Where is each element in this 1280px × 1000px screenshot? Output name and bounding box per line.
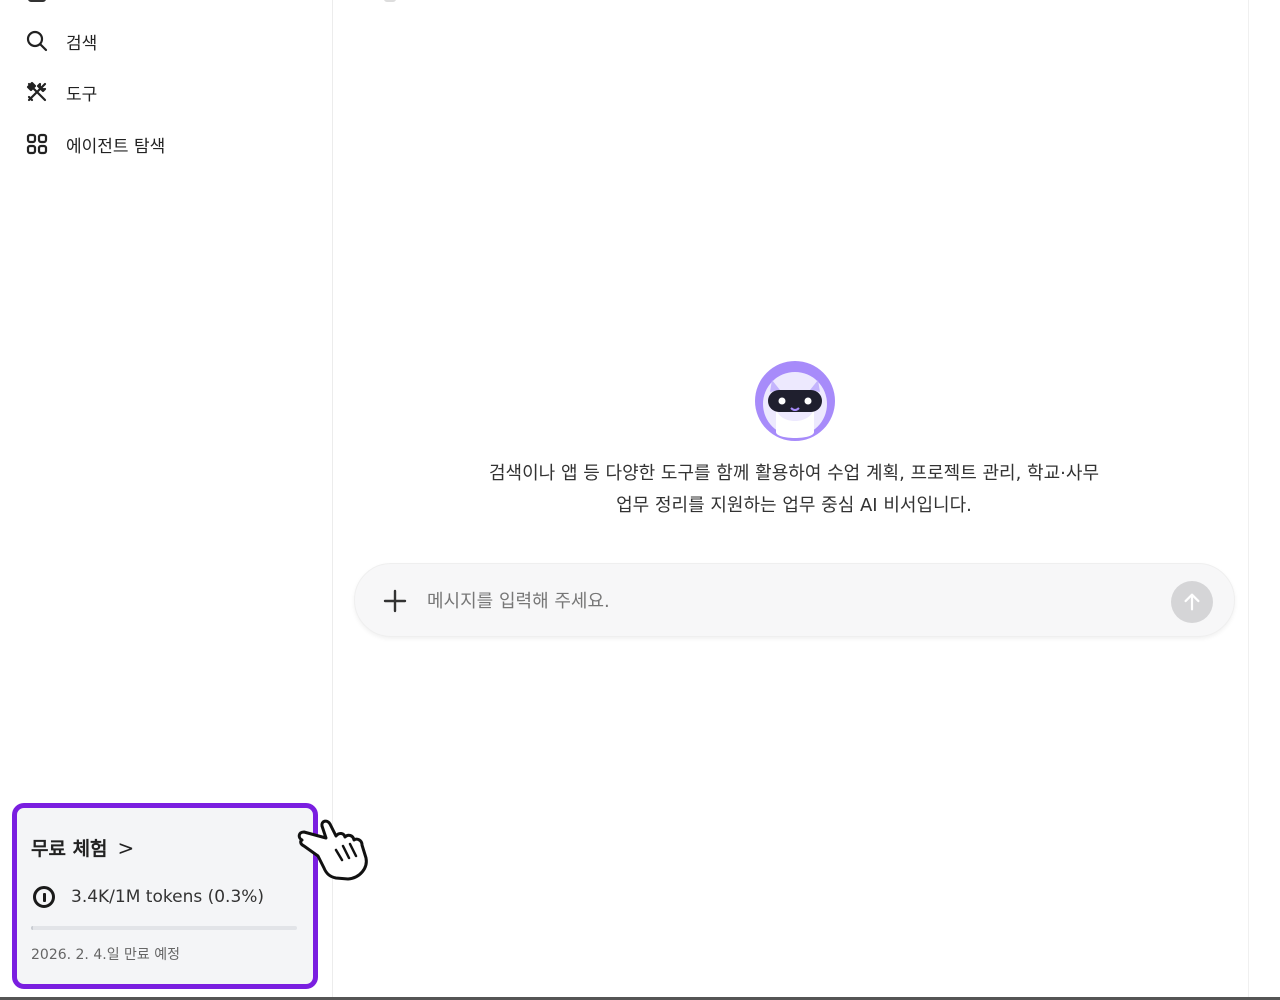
partial-icon xyxy=(28,0,46,2)
main-area: 검색이나 앱 등 다양한 도구를 함께 활용하여 수업 계획, 프로젝트 관리,… xyxy=(334,0,1248,1000)
plus-icon[interactable] xyxy=(383,589,407,613)
sidebar-item-label: 도구 xyxy=(66,84,98,105)
tools-icon xyxy=(24,79,50,105)
send-button[interactable] xyxy=(1171,581,1213,623)
token-icon xyxy=(33,886,55,908)
partial-element xyxy=(384,0,396,2)
sidebar-item-search[interactable]: 검색 xyxy=(24,24,97,58)
sidebar-item-tools[interactable]: 도구 xyxy=(24,75,97,109)
sidebar-item-label: 에이전트 탐색 xyxy=(66,136,166,157)
assistant-avatar xyxy=(755,361,835,441)
chevron-right-icon: > xyxy=(117,835,135,860)
trial-card: 무료 체험 > 3.4K/1M tokens (0.3%) 2026. 2. 4… xyxy=(12,803,318,989)
token-progress-fill xyxy=(31,926,33,930)
expire-text: 2026. 2. 4.일 만료 예정 xyxy=(31,947,180,963)
right-edge xyxy=(1248,0,1280,1000)
intro-text: 검색이나 앱 등 다양한 도구를 함께 활용하여 수업 계획, 프로젝트 관리,… xyxy=(334,458,1254,522)
sidebar-item-agent-explore[interactable]: 에이전트 탐색 xyxy=(24,127,165,161)
arrow-up-icon xyxy=(1184,593,1200,611)
token-usage: 3.4K/1M tokens (0.3%) xyxy=(33,886,264,908)
search-icon xyxy=(24,28,50,54)
sidebar-item-label: 검색 xyxy=(66,33,98,54)
token-usage-text: 3.4K/1M tokens (0.3%) xyxy=(71,887,265,907)
intro-line-2: 업무 정리를 지원하는 업무 중심 AI 비서입니다. xyxy=(616,495,972,516)
message-composer xyxy=(354,563,1235,637)
message-input[interactable] xyxy=(427,584,1127,618)
trial-title: 무료 체험 xyxy=(31,838,108,860)
grid-icon xyxy=(24,131,50,157)
token-progress-bar xyxy=(31,926,297,930)
trial-title-link[interactable]: 무료 체험 > xyxy=(31,834,134,861)
intro-line-1: 검색이나 앱 등 다양한 도구를 함께 활용하여 수업 계획, 프로젝트 관리,… xyxy=(488,463,1100,484)
sidebar: 검색 도구 에이전트 탐색 무료 체험 > 3.4K/1M tokens (0.… xyxy=(0,0,333,1000)
